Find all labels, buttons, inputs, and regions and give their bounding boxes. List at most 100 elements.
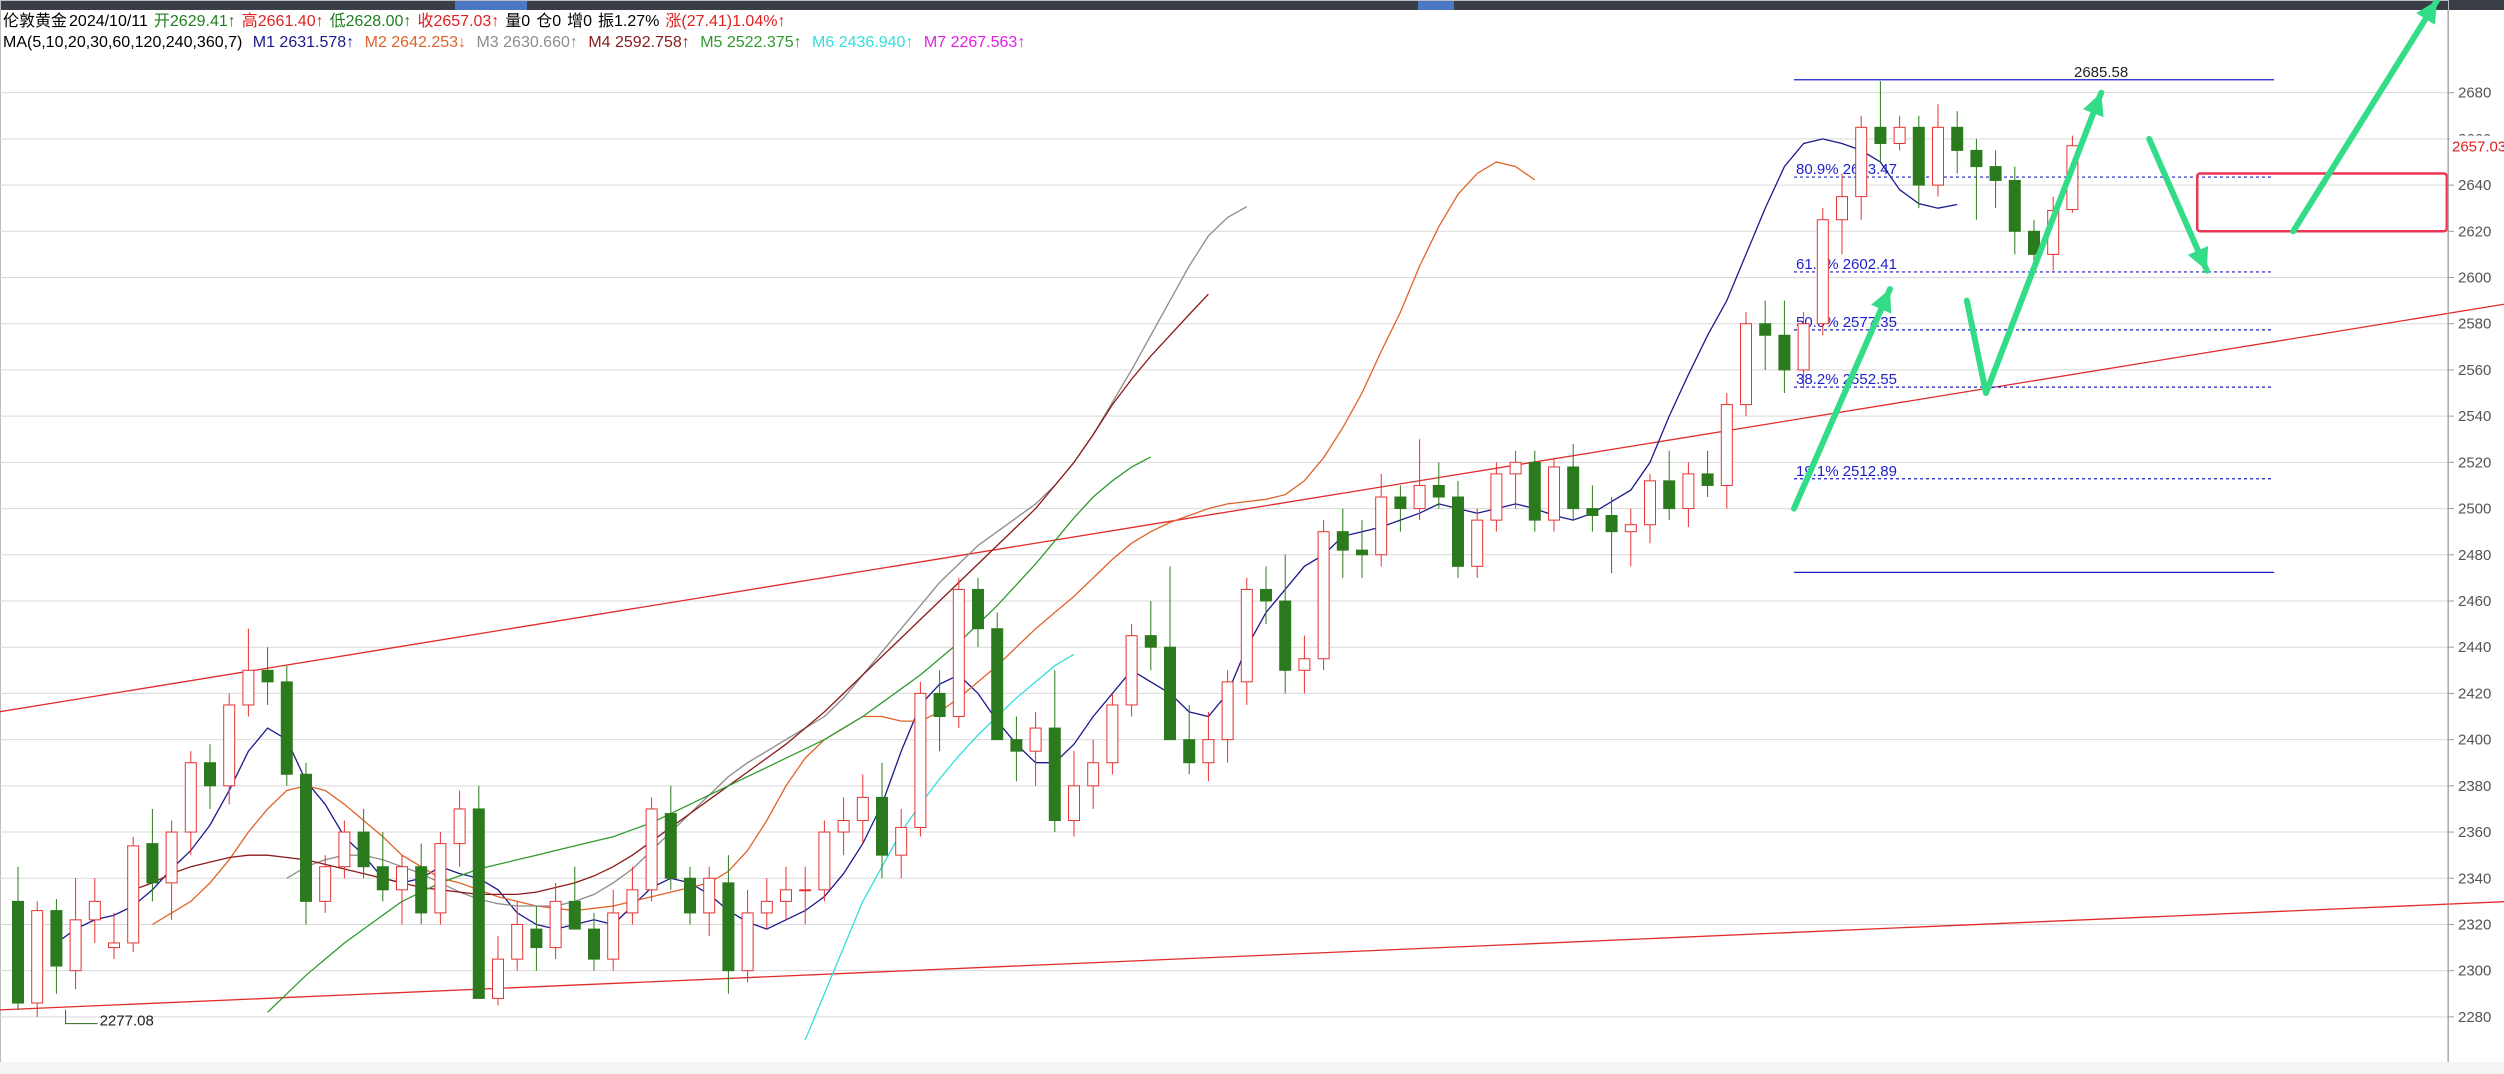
y-tick-label: 2500 bbox=[2458, 501, 2491, 518]
candle-body bbox=[1144, 635, 1157, 648]
candle-body bbox=[108, 942, 120, 949]
symbol-name: 伦敦黄金 bbox=[3, 13, 68, 30]
candlestick-chart[interactable]: 2685.5880.9% 2643.4761.8% 2602.4150.0% 2… bbox=[0, 0, 2504, 1074]
increase-value: 增0 bbox=[567, 13, 592, 30]
candle bbox=[588, 912, 600, 971]
candle bbox=[31, 901, 44, 1017]
candle-body bbox=[1586, 508, 1599, 516]
candle-body bbox=[319, 866, 332, 902]
close-price: 收2657.03↑ bbox=[417, 13, 500, 30]
candle-body bbox=[1663, 480, 1676, 510]
candle bbox=[1682, 462, 1695, 528]
candle-body bbox=[280, 681, 293, 775]
candle-body bbox=[2008, 179, 2021, 232]
candle bbox=[492, 936, 504, 1006]
candle-body bbox=[1068, 785, 1080, 821]
volume-value: 量0 bbox=[505, 13, 531, 30]
candle bbox=[1701, 450, 1714, 498]
candle-body bbox=[1874, 126, 1887, 144]
candle bbox=[1279, 554, 1292, 694]
candle bbox=[780, 866, 792, 920]
candle bbox=[1394, 485, 1407, 532]
candle bbox=[261, 647, 274, 705]
candle-body bbox=[261, 669, 274, 683]
candle-body bbox=[607, 912, 620, 960]
candle bbox=[1548, 457, 1560, 532]
y-tick-label: 2280 bbox=[2458, 1009, 2491, 1026]
candle bbox=[1874, 81, 1887, 162]
candle-body bbox=[1432, 484, 1445, 498]
candle-body bbox=[876, 796, 888, 856]
candle-body bbox=[568, 900, 581, 930]
candle bbox=[242, 628, 255, 717]
candle bbox=[837, 797, 850, 856]
candle-body bbox=[1452, 496, 1464, 567]
candle bbox=[703, 866, 716, 937]
high-price: 高2661.40↑ bbox=[241, 13, 324, 30]
candle-body bbox=[511, 923, 524, 960]
candle-body bbox=[357, 831, 370, 868]
candle bbox=[952, 577, 965, 729]
candle bbox=[1087, 739, 1100, 809]
candle bbox=[1740, 312, 1752, 417]
candle-body bbox=[549, 900, 562, 949]
candle-body bbox=[223, 704, 236, 787]
candle bbox=[664, 785, 677, 890]
candle-body bbox=[184, 762, 197, 833]
candle bbox=[1356, 520, 1368, 578]
candle-body bbox=[1759, 323, 1772, 336]
candle bbox=[1644, 473, 1656, 544]
candle-body bbox=[914, 692, 927, 828]
y-tick-label: 2640 bbox=[2458, 177, 2491, 194]
candle-body bbox=[741, 912, 754, 972]
candle bbox=[1720, 393, 1733, 509]
candle-body bbox=[1164, 646, 1176, 741]
candle-body bbox=[1912, 126, 1925, 186]
ma-line-m1 bbox=[56, 138, 1958, 944]
candle-body bbox=[1356, 549, 1368, 556]
candle-body bbox=[1836, 196, 1848, 221]
candle-body bbox=[1548, 466, 1560, 521]
candle-body bbox=[1951, 126, 1964, 151]
candle bbox=[1029, 711, 1042, 786]
candle-body bbox=[1528, 461, 1541, 521]
candle bbox=[1125, 624, 1138, 717]
y-tick-label: 2360 bbox=[2458, 824, 2491, 841]
candle bbox=[760, 878, 773, 930]
candle-body bbox=[12, 900, 24, 1004]
candle bbox=[1452, 480, 1464, 578]
candle bbox=[1893, 115, 1906, 151]
candle-body bbox=[684, 877, 696, 914]
ma-legend-m1: M1 2631.578↑ bbox=[252, 34, 355, 51]
candle-body bbox=[1202, 739, 1215, 764]
candle bbox=[645, 797, 658, 902]
candle-body bbox=[837, 819, 850, 833]
y-tick-label: 2420 bbox=[2458, 685, 2491, 702]
candle-body bbox=[588, 928, 600, 960]
candle bbox=[1471, 508, 1484, 578]
price-gridlines bbox=[0, 0, 2449, 1067]
fib-level-label: 2685.58 bbox=[2074, 64, 2128, 81]
ma-legend-m3: M3 2630.660↑ bbox=[476, 34, 578, 51]
candle bbox=[530, 905, 543, 971]
candle bbox=[1048, 670, 1061, 833]
candle bbox=[280, 665, 293, 786]
ma-legend: MA(5,10,20,30,60,120,240,360,7) M1 2631.… bbox=[3, 33, 1031, 53]
candle bbox=[1183, 704, 1196, 775]
candle bbox=[1951, 111, 1964, 174]
candle bbox=[1759, 300, 1772, 370]
candle-body bbox=[338, 831, 351, 868]
candle-body bbox=[472, 808, 485, 999]
candle-body bbox=[1087, 762, 1100, 787]
candle bbox=[1989, 150, 2002, 209]
y-tick-label: 2540 bbox=[2458, 408, 2491, 425]
candle-body bbox=[453, 808, 466, 845]
ma-legend-m2: M2 2642.253↓ bbox=[364, 34, 467, 51]
candle bbox=[1240, 577, 1253, 705]
candle bbox=[1490, 462, 1503, 532]
change-value: 涨(27.41)1.04%↑ bbox=[665, 13, 786, 30]
candles bbox=[12, 81, 2079, 1017]
candle bbox=[1221, 670, 1234, 763]
candle bbox=[684, 866, 696, 925]
candle-body bbox=[1279, 600, 1292, 671]
